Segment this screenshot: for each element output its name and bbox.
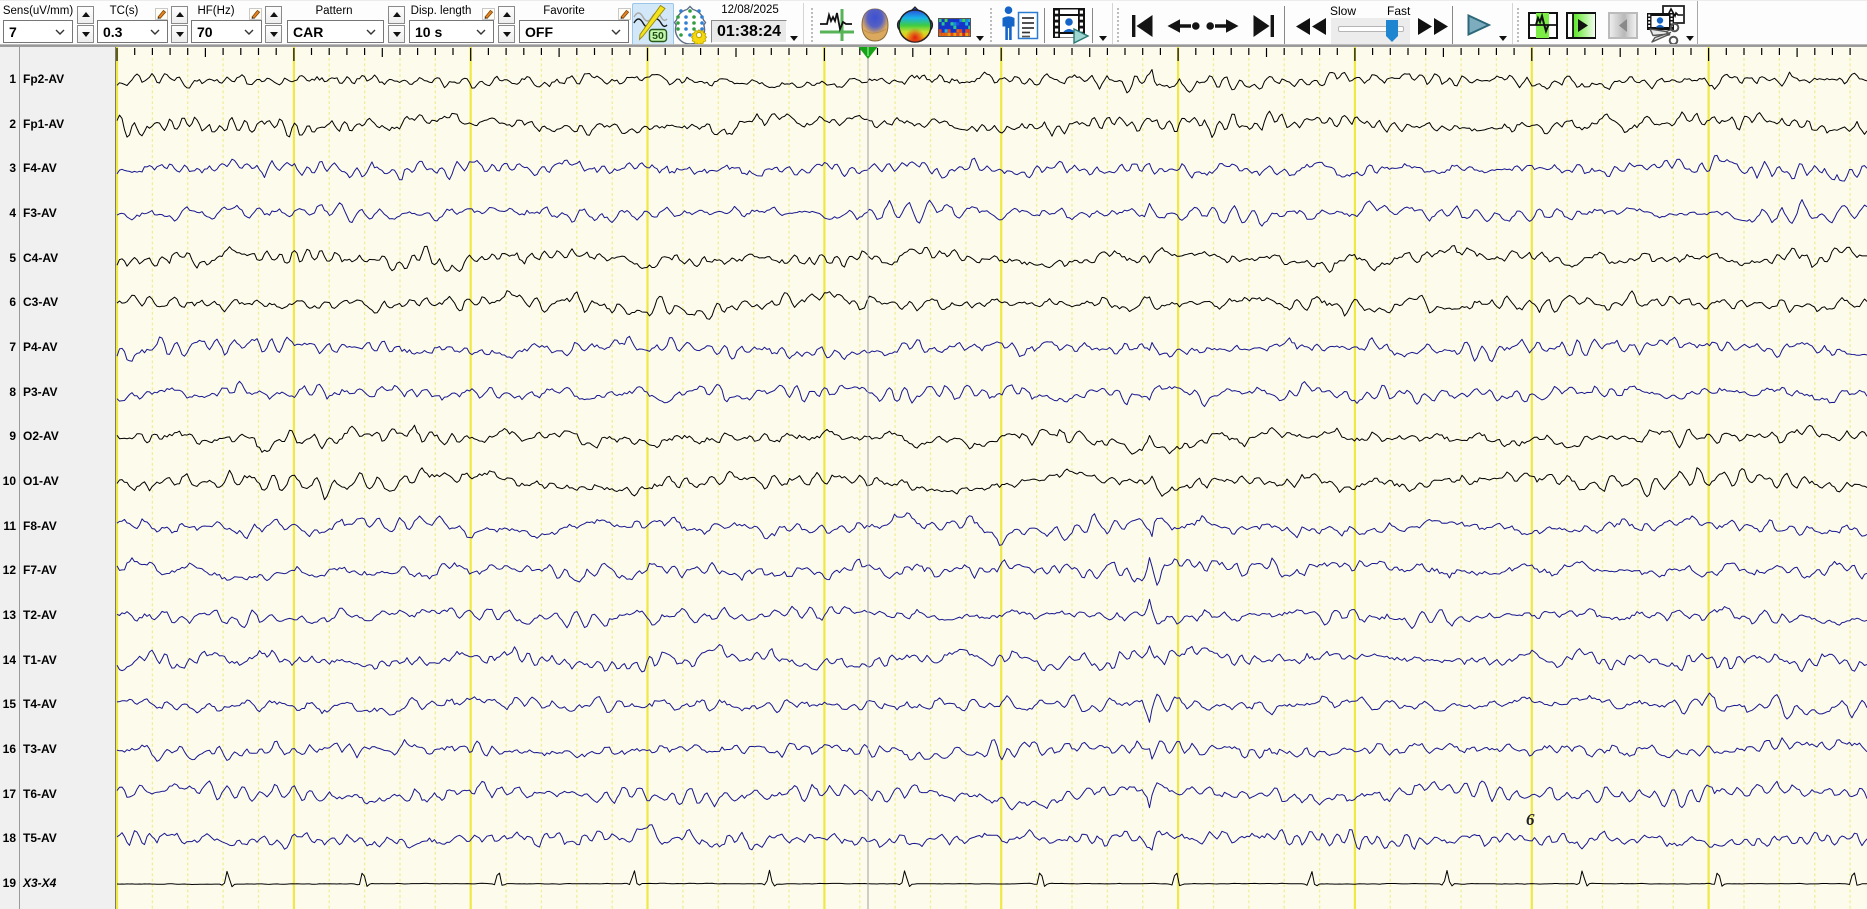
- svg-text:6: 6: [1526, 810, 1535, 829]
- svg-text:50: 50: [652, 30, 664, 42]
